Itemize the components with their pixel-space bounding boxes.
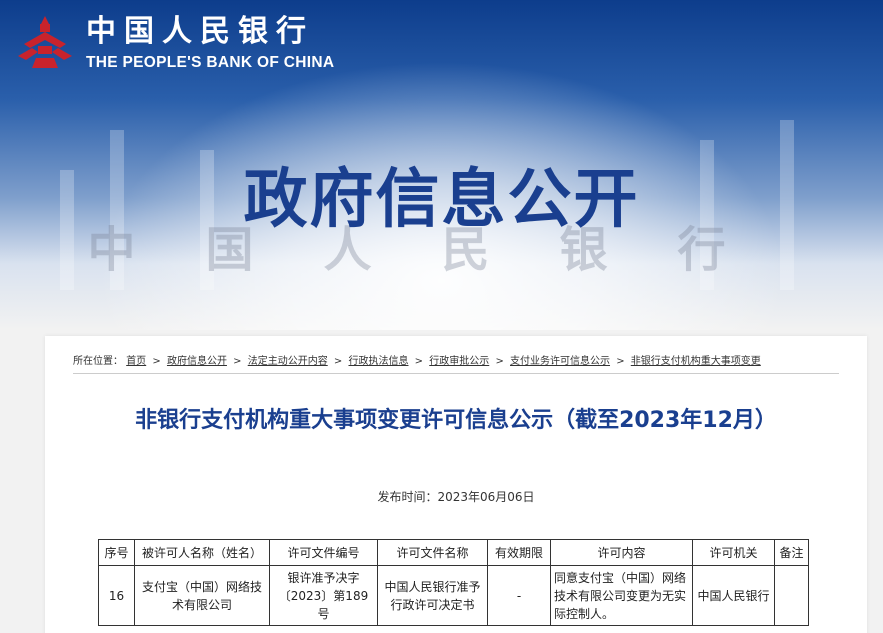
breadcrumb-separator: > — [233, 356, 242, 367]
column-header: 许可文件编号 — [269, 539, 378, 566]
table-cell: 同意支付宝（中国）网络技术有限公司变更为无实际控制人。 — [550, 565, 693, 626]
breadcrumb-separator: > — [616, 356, 625, 367]
column-header: 许可文件名称 — [377, 539, 488, 566]
breadcrumb-gov-info[interactable]: 政府信息公开 — [167, 356, 227, 367]
column-header: 备注 — [774, 539, 809, 566]
breadcrumb-prefix: 所在位置： — [73, 356, 123, 367]
breadcrumb-home[interactable]: 首页 — [126, 356, 146, 367]
permit-table: 序号 被许可人名称（姓名） 许可文件编号 许可文件名称 有效期限 许可内容 许可… — [98, 539, 809, 626]
header-banner: 中国人民银行 中国人民银行 THE PEOPLE'S BANK OF CHINA… — [0, 0, 883, 330]
pboc-emblem-icon — [18, 16, 72, 68]
table-cell: 中国人民银行 — [692, 565, 775, 626]
logo-chinese-name: 中国人民银行 — [86, 14, 314, 49]
article-title: 非银行支付机构重大事项变更许可信息公示（截至2023年12月） — [135, 408, 777, 433]
breadcrumb-payment-license[interactable]: 支付业务许可信息公示 — [510, 356, 610, 367]
table-cell: 中国人民银行准予行政许可决定书 — [377, 565, 488, 626]
breadcrumb-separator: > — [414, 356, 424, 367]
breadcrumb-current[interactable]: 非银行支付机构重大事项变更 — [631, 356, 761, 367]
publish-time: 发布时间：2023年06月06日 — [377, 490, 535, 504]
breadcrumb-approval[interactable]: 行政审批公示 — [429, 356, 489, 367]
breadcrumb: 所在位置： 首页 > 政府信息公开 > 法定主动公开内容 > 行政执法信息 > … — [73, 352, 761, 367]
section-title: 政府信息公开 — [243, 163, 640, 237]
breadcrumb-enforcement[interactable]: 行政执法信息 — [348, 356, 408, 367]
table-header-row: 序号 被许可人名称（姓名） 许可文件编号 许可文件名称 有效期限 许可内容 许可… — [98, 539, 809, 566]
table-cell: 16 — [98, 565, 135, 626]
table-row: 16 支付宝（中国）网络技术有限公司 银许准予决字〔2023〕第189号 中国人… — [98, 565, 809, 626]
logo-english-name: THE PEOPLE'S BANK OF CHINA — [86, 54, 335, 71]
breadcrumb-separator: > — [333, 356, 343, 367]
breadcrumb-divider — [73, 373, 839, 374]
content-card: 所在位置： 首页 > 政府信息公开 > 法定主动公开内容 > 行政执法信息 > … — [45, 336, 867, 633]
column-header: 许可内容 — [550, 539, 693, 566]
table-cell: 银许准予决字〔2023〕第189号 — [269, 565, 378, 626]
table-cell — [774, 565, 809, 626]
column-header: 有效期限 — [487, 539, 551, 566]
column-header: 序号 — [98, 539, 135, 566]
breadcrumb-statutory[interactable]: 法定主动公开内容 — [248, 356, 328, 367]
column-header: 许可机关 — [692, 539, 775, 566]
breadcrumb-separator: > — [495, 356, 504, 367]
table-cell: - — [487, 565, 551, 626]
breadcrumb-separator: > — [152, 356, 161, 367]
table-cell: 支付宝（中国）网络技术有限公司 — [134, 565, 270, 626]
column-header: 被许可人名称（姓名） — [134, 539, 270, 566]
site-logo[interactable]: 中国人民银行 THE PEOPLE'S BANK OF CHINA — [16, 14, 334, 72]
